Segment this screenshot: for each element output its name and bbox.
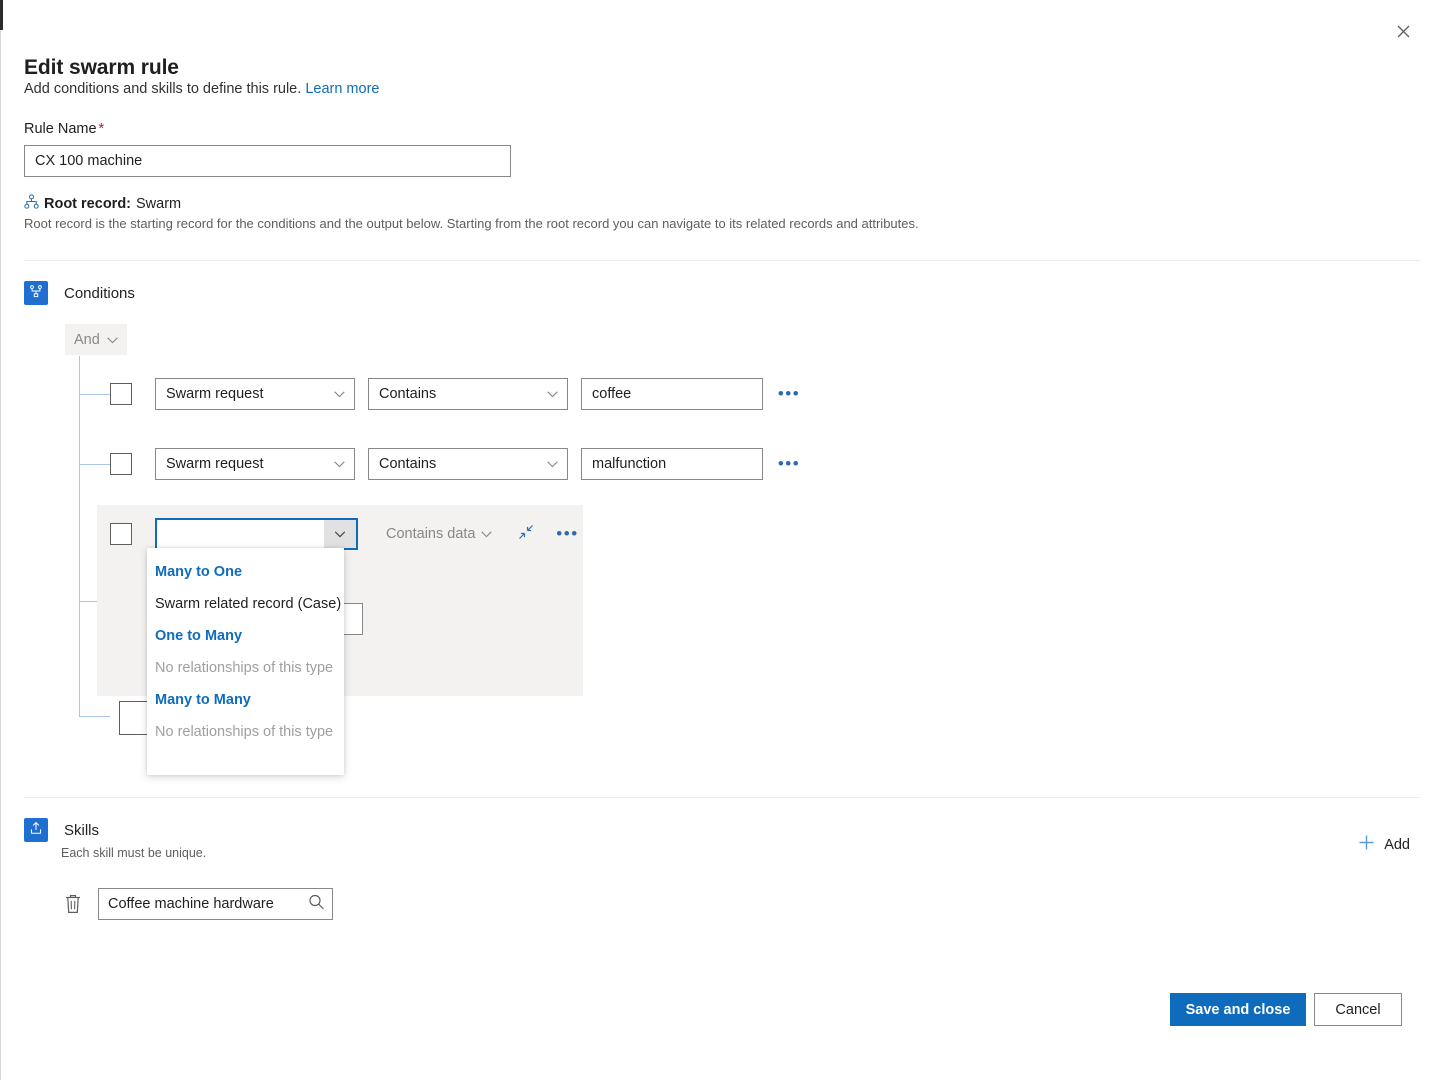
page-subtitle: Add conditions and skills to define this… — [24, 81, 379, 97]
condition-operator-value: Contains data — [386, 526, 476, 542]
chevron-down-icon[interactable] — [324, 520, 356, 548]
condition-value-input[interactable]: coffee — [581, 378, 763, 410]
page-title: Edit swarm rule — [24, 56, 179, 79]
condition-attribute-value: Swarm request — [166, 386, 264, 402]
collapse-diagonal-arrows-icon — [518, 524, 534, 545]
rule-name-label: Rule Name * — [24, 121, 104, 137]
required-asterisk: * — [98, 121, 105, 137]
dropdown-option-swarm-related-record[interactable]: Swarm related record (Case) — [147, 588, 344, 620]
hierarchy-icon — [24, 194, 39, 213]
group-operator-dropdown[interactable]: And — [65, 324, 127, 355]
root-record: Root record: Swarm — [24, 194, 181, 213]
left-edge-border — [0, 30, 1, 1080]
add-skill-label: Add — [1384, 836, 1410, 853]
relationship-dropdown-list: Many to One Swarm related record (Case) … — [147, 548, 344, 775]
dropdown-group-header-many-to-many: Many to Many — [155, 692, 251, 708]
chevron-down-icon — [547, 386, 558, 402]
condition-value-input[interactable]: malfunction — [581, 448, 763, 480]
chevron-down-icon — [547, 456, 558, 472]
tree-branch-line — [79, 464, 110, 465]
cancel-button[interactable]: Cancel — [1314, 993, 1402, 1026]
condition-value-text: coffee — [592, 386, 632, 402]
dropdown-group-header-many-to-one: Many to One — [155, 564, 243, 580]
dropdown-empty-many-to-many: No relationships of this type — [155, 724, 334, 740]
tree-branch-line — [79, 394, 110, 395]
condition-operator-dropdown[interactable]: Contains data — [386, 526, 493, 542]
condition-more-options-icon[interactable]: ••• — [555, 522, 579, 546]
conditions-section-icon — [24, 281, 48, 305]
divider-conditions — [24, 260, 1420, 261]
search-icon[interactable] — [308, 894, 325, 915]
condition-more-options-icon[interactable]: ••• — [777, 452, 801, 476]
delete-skill-button[interactable] — [63, 893, 83, 915]
relationship-attribute-dropdown[interactable] — [155, 518, 358, 550]
condition-operator-dropdown[interactable]: Contains — [368, 378, 568, 410]
group-operator-label: And — [74, 331, 100, 348]
condition-checkbox[interactable] — [110, 523, 132, 545]
chevron-down-icon — [334, 386, 345, 402]
condition-checkbox[interactable] — [110, 453, 132, 475]
root-record-label: Root record: — [44, 195, 131, 212]
collapse-group-button[interactable] — [518, 524, 534, 545]
condition-checkbox[interactable] — [110, 383, 132, 405]
condition-attribute-value: Swarm request — [166, 456, 264, 472]
condition-more-options-icon[interactable]: ••• — [777, 382, 801, 406]
root-record-value: Swarm — [136, 195, 182, 212]
learn-more-link[interactable]: Learn more — [305, 81, 379, 97]
tree-trunk-line — [79, 356, 80, 716]
edit-swarm-rule-dialog: Edit swarm rule Add conditions and skill… — [0, 0, 1438, 1080]
divider-skills — [24, 797, 1420, 798]
root-record-help: Root record is the starting record for t… — [24, 216, 919, 231]
left-edge-accent — [0, 0, 3, 30]
condition-value-text: malfunction — [592, 456, 667, 472]
chevron-down-icon — [107, 332, 118, 348]
condition-operator-value: Contains — [379, 456, 437, 472]
tree-branch-line — [79, 716, 110, 717]
subtitle-text: Add conditions and skills to define this… — [24, 81, 302, 97]
close-button[interactable] — [1386, 16, 1420, 46]
condition-attribute-dropdown[interactable]: Swarm request — [155, 378, 355, 410]
chevron-down-icon — [481, 526, 493, 542]
rule-name-label-text: Rule Name — [24, 121, 97, 137]
add-skill-button[interactable]: Add — [1352, 833, 1416, 856]
conditions-section-title: Conditions — [64, 285, 135, 302]
active-condition-row: Contains data ••• — [110, 518, 579, 550]
rule-name-input[interactable] — [24, 145, 511, 177]
skill-value-text: Coffee machine hardware — [108, 896, 274, 912]
condition-operator-dropdown[interactable]: Contains — [368, 448, 568, 480]
skill-input[interactable]: Coffee machine hardware — [98, 888, 333, 920]
chevron-down-icon — [334, 456, 345, 472]
skills-help-text: Each skill must be unique. — [61, 846, 207, 860]
skills-section-title: Skills — [64, 822, 100, 839]
condition-operator-value: Contains — [379, 386, 437, 402]
condition-attribute-dropdown[interactable]: Swarm request — [155, 448, 355, 480]
upload-arrow-icon — [29, 821, 43, 840]
save-and-close-button[interactable]: Save and close — [1170, 993, 1306, 1026]
branch-icon — [29, 284, 43, 303]
dropdown-group-header-one-to-many: One to Many — [155, 628, 243, 644]
plus-icon — [1358, 834, 1375, 855]
condition-row: Swarm request Contains coffee ••• — [110, 378, 801, 410]
skills-section-icon — [24, 818, 48, 842]
condition-row: Swarm request Contains malfunction ••• — [110, 448, 801, 480]
dropdown-empty-one-to-many: No relationships of this type — [155, 660, 334, 676]
close-icon — [1397, 25, 1410, 38]
